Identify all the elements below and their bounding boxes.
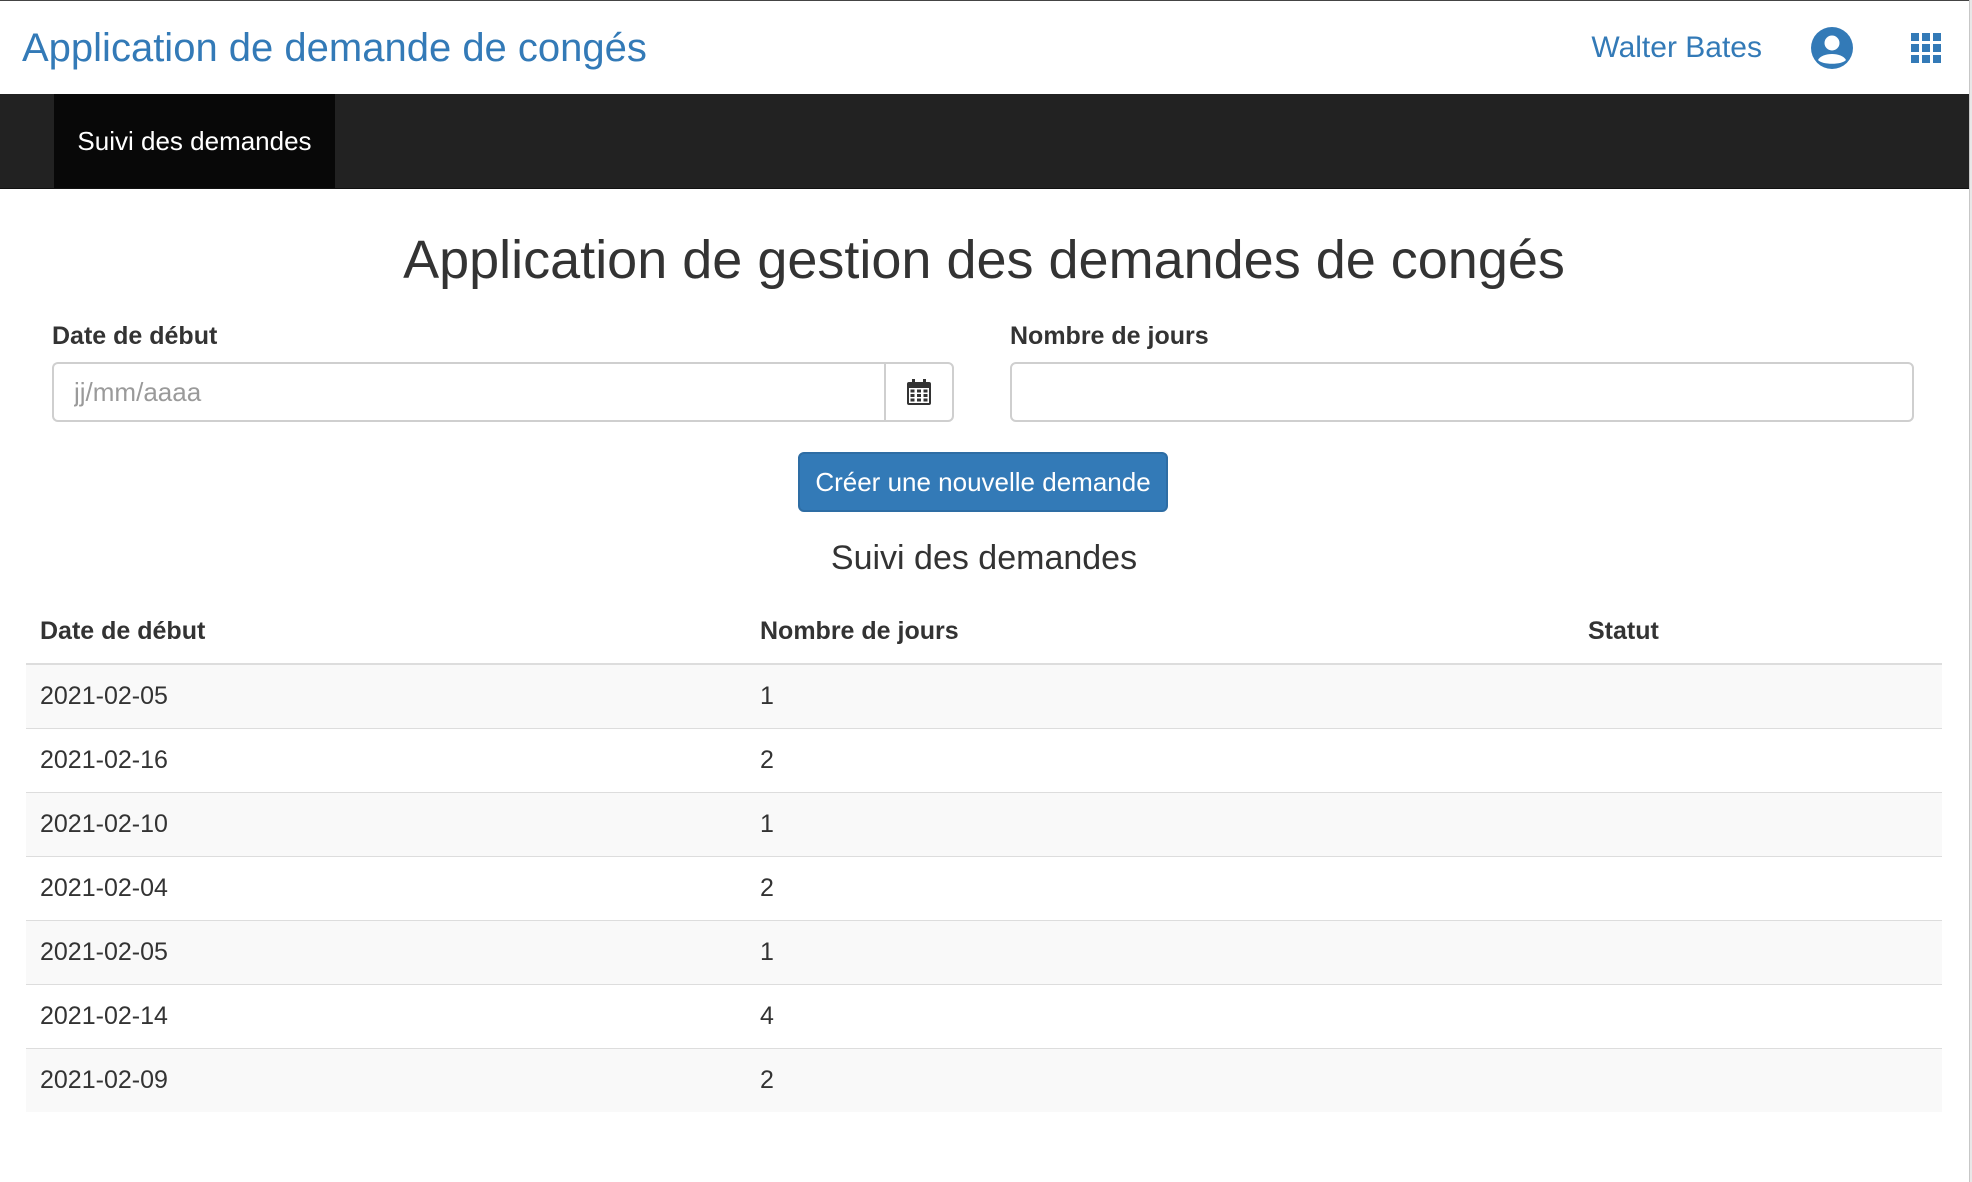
calendar-button[interactable] <box>884 362 954 422</box>
cell-days: 2 <box>746 855 1574 920</box>
column-header-start-date: Date de début <box>26 600 746 665</box>
app-header: Application de demande de congés Walter … <box>0 0 1972 94</box>
tracking-section-title: Suivi des demandes <box>830 539 1138 577</box>
cell-days: 1 <box>746 663 1574 728</box>
requests-table-container: Date de début Nombre de jours Statut 202… <box>26 600 1942 1112</box>
cell-days: 2 <box>746 727 1574 792</box>
cell-start-date: 2021-02-09 <box>26 1047 746 1112</box>
table-row: 2021-02-09 2 <box>26 1047 1942 1112</box>
calendar-icon <box>907 379 931 405</box>
cell-days: 4 <box>746 983 1574 1048</box>
start-date-label: Date de début <box>52 322 218 350</box>
table-row: 2021-02-05 1 <box>26 919 1942 984</box>
cell-start-date: 2021-02-05 <box>26 663 746 728</box>
cell-days: 1 <box>746 791 1574 856</box>
cell-status <box>1574 983 1942 1048</box>
cell-status <box>1574 1047 1942 1112</box>
column-header-days: Nombre de jours <box>746 600 1574 665</box>
table-header-row: Date de début Nombre de jours Statut <box>26 600 1942 665</box>
page-title: Application de gestion des demandes de c… <box>403 230 1565 290</box>
grid-apps-icon[interactable] <box>1902 24 1950 72</box>
days-input[interactable] <box>1010 362 1914 422</box>
main-navbar: Suivi des demandes <box>0 94 1972 189</box>
start-date-input[interactable] <box>52 362 884 422</box>
table-row: 2021-02-14 4 <box>26 983 1942 1048</box>
cell-status <box>1574 919 1942 984</box>
table-row: 2021-02-04 2 <box>26 855 1942 920</box>
create-request-button[interactable]: Créer une nouvelle demande <box>798 452 1168 512</box>
cell-status <box>1574 791 1942 856</box>
column-header-status: Statut <box>1574 600 1942 665</box>
user-circle-icon[interactable] <box>1808 24 1856 72</box>
cell-status <box>1574 663 1942 728</box>
start-date-group <box>52 362 954 422</box>
table-row: 2021-02-16 2 <box>26 727 1942 792</box>
table-row: 2021-02-05 1 <box>26 663 1942 728</box>
cell-start-date: 2021-02-14 <box>26 983 746 1048</box>
cell-start-date: 2021-02-04 <box>26 855 746 920</box>
header-actions: Walter Bates <box>1591 24 1950 72</box>
user-name-link[interactable]: Walter Bates <box>1591 31 1762 65</box>
app-title-link[interactable]: Application de demande de congés <box>22 28 647 68</box>
cell-status <box>1574 727 1942 792</box>
cell-days: 1 <box>746 919 1574 984</box>
cell-days: 2 <box>746 1047 1574 1112</box>
requests-table: Date de début Nombre de jours Statut 202… <box>26 600 1942 1112</box>
cell-start-date: 2021-02-16 <box>26 727 746 792</box>
table-row: 2021-02-10 1 <box>26 791 1942 856</box>
cell-start-date: 2021-02-05 <box>26 919 746 984</box>
tab-suivi-des-demandes[interactable]: Suivi des demandes <box>54 94 335 188</box>
cell-start-date: 2021-02-10 <box>26 791 746 856</box>
cell-status <box>1574 855 1942 920</box>
days-label: Nombre de jours <box>1010 322 1209 350</box>
